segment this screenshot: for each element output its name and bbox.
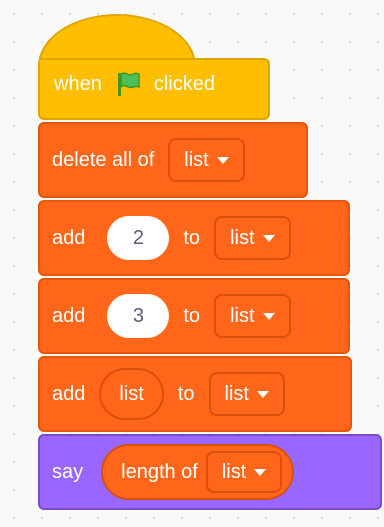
say-label: say xyxy=(52,460,84,483)
add-block-1[interactable]: add 2 to list xyxy=(38,200,350,276)
list-dropdown-label: list xyxy=(184,148,209,171)
clicked-label: clicked xyxy=(153,72,215,95)
list-dropdown-label: list xyxy=(224,382,249,405)
to-label: to xyxy=(183,304,201,327)
delete-all-label: delete all of xyxy=(52,148,155,171)
value-input[interactable]: 2 xyxy=(107,216,170,260)
list-dropdown-label: list xyxy=(230,226,255,249)
length-of-label: length of xyxy=(121,460,198,483)
list-reporter[interactable]: list xyxy=(99,368,164,420)
add-label: add xyxy=(52,304,86,327)
list-dropdown[interactable]: list xyxy=(205,451,283,493)
add-label: add xyxy=(52,226,86,249)
value-input[interactable]: 3 xyxy=(107,294,170,338)
list-dropdown[interactable]: list xyxy=(208,372,285,416)
list-dropdown-label: list xyxy=(221,460,247,483)
add-label: add xyxy=(52,382,86,405)
list-dropdown[interactable]: list xyxy=(214,216,291,260)
list-dropdown-label: list xyxy=(230,304,255,327)
delete-all-block[interactable]: delete all of list xyxy=(38,122,308,198)
to-label: to xyxy=(183,226,201,249)
list-dropdown[interactable]: list xyxy=(168,138,245,182)
add-block-3[interactable]: add list to list xyxy=(38,356,352,432)
say-block[interactable]: say length of list xyxy=(38,434,382,510)
green-flag-icon xyxy=(117,72,140,96)
length-of-list-reporter[interactable]: length of list xyxy=(101,444,295,500)
add-block-2[interactable]: add 3 to list xyxy=(38,278,350,354)
to-label: to xyxy=(177,382,195,405)
when-label: when xyxy=(54,72,102,95)
list-dropdown[interactable]: list xyxy=(214,294,291,338)
dropdown-arrow-icon xyxy=(262,234,275,242)
dropdown-arrow-icon xyxy=(256,390,269,398)
dropdown-arrow-icon xyxy=(262,312,275,320)
dropdown-arrow-icon xyxy=(216,156,229,164)
dropdown-arrow-icon xyxy=(254,468,267,476)
hat-text: when clicked xyxy=(54,60,215,108)
